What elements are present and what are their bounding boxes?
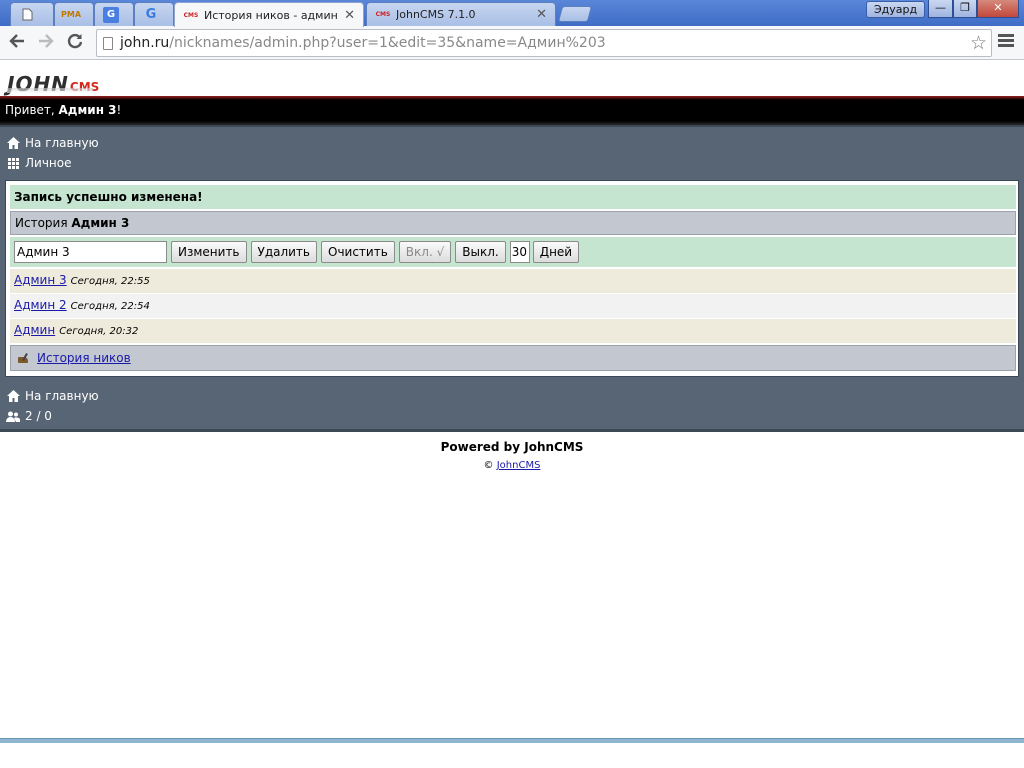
johncms-icon: CMS bbox=[375, 11, 391, 18]
taskbar-edge bbox=[0, 738, 1024, 743]
greeting-username: Админ 3 bbox=[58, 103, 117, 117]
bookmark-star-icon[interactable]: ☆ bbox=[970, 32, 987, 54]
johncms-icon: CMS bbox=[183, 11, 199, 19]
quill-icon bbox=[17, 353, 31, 364]
history-username: Админ 3 bbox=[71, 216, 130, 230]
google-translate-icon: G bbox=[103, 6, 119, 23]
page-icon bbox=[19, 7, 35, 23]
arrow-right-icon bbox=[39, 34, 54, 48]
history-row: Админ 2 Сегодня, 22:54 bbox=[10, 294, 1016, 318]
page-content: JOHN CMS Привет, Админ 3! На главную Личн… bbox=[0, 61, 1024, 741]
arrow-left-icon bbox=[9, 34, 24, 48]
history-row: Админ Сегодня, 20:32 bbox=[10, 319, 1016, 343]
content-box: Запись успешно изменена! История Админ 3… bbox=[5, 180, 1019, 377]
home-icon bbox=[6, 136, 20, 150]
copyright-line: © JohnCMS bbox=[483, 460, 541, 471]
tab-google[interactable]: G bbox=[134, 2, 174, 26]
history-time: Сегодня, 22:55 bbox=[70, 276, 150, 287]
enable-button[interactable]: Вкл. √ bbox=[398, 241, 452, 263]
online-counter[interactable]: 2 / 0 bbox=[6, 408, 52, 424]
days-button[interactable]: Дней bbox=[532, 241, 580, 263]
reload-button[interactable] bbox=[64, 32, 86, 54]
pma-icon: PMA bbox=[61, 10, 82, 19]
close-window-button[interactable]: ✕ bbox=[977, 0, 1019, 18]
clear-button[interactable]: Очистить bbox=[321, 241, 395, 263]
disable-button[interactable]: Выкл. bbox=[455, 241, 506, 263]
tab-label: История ников - админка bbox=[204, 8, 339, 22]
nick-input[interactable] bbox=[14, 241, 167, 263]
nick-history-link[interactable]: История ников bbox=[37, 351, 131, 365]
main-panel: На главную Личное Запись успешно изменен… bbox=[0, 125, 1024, 432]
minimize-button[interactable]: — bbox=[928, 0, 953, 18]
page-footer: Powered by JohnCMS © JohnCMS bbox=[0, 440, 1024, 471]
history-time: Сегодня, 22:54 bbox=[70, 301, 150, 312]
tab-translate[interactable]: G bbox=[94, 2, 134, 26]
johncms-link[interactable]: JohnCMS bbox=[497, 460, 541, 471]
home-icon bbox=[6, 389, 20, 403]
history-header: История Админ 3 bbox=[10, 211, 1016, 235]
browser-toolbar: john.ru/nicknames/admin.php?user=1&edit=… bbox=[0, 26, 1024, 60]
nav-home-link-bottom[interactable]: На главную bbox=[6, 388, 99, 404]
restore-button[interactable]: ❐ bbox=[953, 0, 977, 18]
success-message: Запись успешно изменена! bbox=[10, 185, 1016, 209]
greeting-bar: Привет, Админ 3! bbox=[0, 96, 1024, 125]
page-icon bbox=[103, 37, 113, 50]
powered-by-text: Powered by JohnCMS bbox=[440, 440, 584, 454]
logo-reflection bbox=[7, 88, 93, 93]
forward-button[interactable] bbox=[35, 32, 57, 54]
menu-icon[interactable] bbox=[998, 34, 1014, 49]
history-row: Админ 3 Сегодня, 22:55 bbox=[10, 269, 1016, 293]
history-time: Сегодня, 20:32 bbox=[59, 326, 139, 337]
tab-nick-history[interactable]: CMS История ников - админка ✕ bbox=[174, 2, 364, 27]
delete-button[interactable]: Удалить bbox=[250, 241, 317, 263]
history-nick-link[interactable]: Админ 3 bbox=[14, 273, 67, 287]
days-input[interactable] bbox=[509, 241, 530, 263]
profile-button[interactable]: Эдуард bbox=[866, 1, 926, 18]
history-nick-link[interactable]: Админ bbox=[14, 323, 55, 337]
new-tab-button[interactable] bbox=[557, 6, 593, 22]
tab-pma[interactable]: PMA bbox=[54, 2, 94, 26]
tab-label: JohnCMS 7.1.0 bbox=[396, 8, 476, 21]
url-text: john.ru/nicknames/admin.php?user=1&edit=… bbox=[120, 35, 606, 51]
users-icon bbox=[6, 409, 20, 423]
address-bar[interactable]: john.ru/nicknames/admin.php?user=1&edit=… bbox=[96, 29, 992, 57]
history-footer: История ников bbox=[10, 345, 1016, 371]
reload-icon bbox=[67, 33, 83, 49]
nick-edit-form: Изменить Удалить Очистить Вкл. √ Выкл. Д… bbox=[10, 237, 1016, 267]
close-tab-icon[interactable]: ✕ bbox=[536, 7, 547, 22]
tab-johncms[interactable]: CMS JohnCMS 7.1.0 ✕ bbox=[366, 2, 556, 26]
nav-personal-link[interactable]: Личное bbox=[6, 155, 71, 171]
grid-icon bbox=[6, 156, 20, 170]
close-tab-icon[interactable]: ✕ bbox=[344, 8, 355, 23]
history-nick-link[interactable]: Админ 2 bbox=[14, 298, 67, 312]
google-icon: G bbox=[145, 7, 157, 22]
back-button[interactable] bbox=[6, 32, 28, 54]
browser-titlebar: PMA G G CMS История ников - админка ✕ CM… bbox=[0, 0, 1024, 27]
edit-button[interactable]: Изменить bbox=[171, 241, 247, 263]
nav-home-link[interactable]: На главную bbox=[6, 135, 99, 151]
tab-blank[interactable] bbox=[10, 2, 54, 26]
